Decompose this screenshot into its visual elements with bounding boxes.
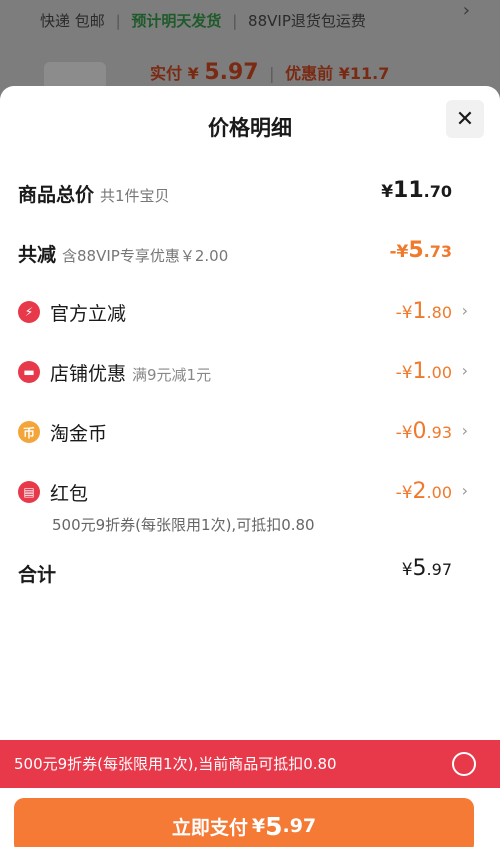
discount-store[interactable]: ▬ 店铺优惠 满9元减1元 -¥1.00 ›	[0, 352, 500, 392]
sheet-title: 价格明细	[208, 116, 292, 140]
chevron-right-icon: ›	[461, 301, 468, 320]
discount-label: 店铺优惠	[50, 363, 127, 385]
total-reduce-row: 共减 含88VIP专享优惠￥2.00 -¥5.73	[0, 232, 500, 272]
currency: -¥	[395, 303, 413, 323]
pay-amount-int: 5	[265, 811, 283, 841]
amount-int: 2	[412, 479, 427, 504]
goods-count: 共1件宝贝	[100, 187, 170, 205]
paid-label: 实付	[150, 64, 183, 83]
chevron-right-icon: ›	[461, 361, 468, 380]
discount-label: 官方立减	[50, 303, 127, 325]
paid-currency: ¥	[187, 64, 199, 83]
discount-amount: -¥0.93	[396, 419, 452, 444]
total-reduce-amount: -¥5.73	[389, 238, 452, 263]
red-packet-icon: ▤	[18, 481, 40, 503]
amount-int: 0	[412, 419, 427, 444]
currency: ¥	[401, 560, 413, 580]
vip-return: 88VIP退货包运费	[248, 12, 366, 30]
amount-int: 11	[393, 178, 424, 203]
pay-currency: ¥	[251, 815, 266, 837]
discount-amount: -¥1.00	[396, 359, 452, 384]
amount-dec: .70	[423, 182, 452, 201]
goods-total-label: 商品总价	[18, 184, 95, 206]
discount-amount: -¥2.00	[396, 479, 452, 504]
ship-promise: 预计明天发货	[131, 12, 222, 30]
discount-red-packet[interactable]: ▤ 红包 -¥2.00 ›	[0, 472, 500, 512]
divider: |	[269, 64, 275, 83]
currency: -¥	[395, 423, 413, 443]
paid-amount: 5.97	[204, 60, 259, 85]
discount-condition: 满9元减1元	[132, 366, 212, 384]
pay-label: 立即支付	[171, 816, 248, 839]
amount-int: 1	[412, 359, 427, 384]
discount-label: 红包	[50, 483, 89, 505]
currency: -¥	[389, 242, 409, 262]
lightning-icon: ⚡	[18, 301, 40, 323]
chevron-right-icon: ›	[461, 421, 468, 440]
shipping-label: 快递 包邮	[40, 12, 105, 30]
coupon-text: 500元9折券(每张限用1次),当前商品可抵扣0.80	[14, 755, 337, 773]
amount-dec: .93	[426, 423, 452, 442]
gold-coin-icon: 币	[18, 421, 40, 443]
goods-total-amount: ¥11.70	[381, 178, 452, 203]
discount-gold-coin[interactable]: 币 淘金币 -¥0.93 ›	[0, 412, 500, 452]
shipping-info: 快递 包邮 | 预计明天发货 | 88VIP退货包运费	[40, 10, 366, 31]
total-row: 合计 ¥5.97	[0, 554, 500, 594]
currency: ¥	[381, 182, 394, 202]
amount-int: 1	[412, 299, 427, 324]
discount-official[interactable]: ⚡ 官方立减 -¥1.80 ›	[0, 292, 500, 332]
coupon-radio[interactable]	[452, 752, 476, 776]
close-icon: ✕	[455, 106, 475, 132]
pay-amount-dec: .97	[282, 815, 317, 837]
red-packet-note: 500元9折券(每张限用1次),可抵扣0.80	[52, 516, 315, 534]
amount-dec: .73	[423, 242, 452, 261]
discount-label: 淘金币	[50, 423, 108, 445]
amount-dec: .80	[426, 303, 452, 322]
total-label: 合计	[18, 564, 57, 586]
discount-amount: -¥1.80	[396, 299, 452, 324]
amount-dec: .97	[426, 560, 452, 579]
amount-int: 5	[408, 238, 424, 263]
pay-now-button[interactable]: 立即支付 ¥ 5 .97	[14, 798, 474, 847]
currency: -¥	[395, 483, 413, 503]
paid-summary: 实付 ¥ 5.97 | 优惠前 ¥11.7	[150, 60, 389, 85]
total-reduce-label: 共减	[18, 244, 57, 266]
coupon-select-bar[interactable]: 500元9折券(每张限用1次),当前商品可抵扣0.80	[0, 740, 500, 788]
before-discount: 优惠前 ¥11.7	[285, 64, 390, 83]
divider: |	[115, 12, 121, 30]
price-detail-sheet: 价格明细 ✕ 商品总价 共1件宝贝 ¥11.70 共减 含88VIP专享优惠￥2.0…	[0, 86, 500, 847]
store-icon: ▬	[18, 361, 40, 383]
goods-total-row: 商品总价 共1件宝贝 ¥11.70	[0, 172, 500, 212]
amount-int: 5	[412, 556, 427, 581]
close-button[interactable]: ✕	[446, 100, 484, 138]
vip-discount-note: 含88VIP专享优惠￥2.00	[62, 247, 229, 265]
amount-dec: .00	[426, 483, 452, 502]
divider: |	[232, 12, 238, 30]
total-amount: ¥5.97	[402, 556, 452, 581]
amount-dec: .00	[426, 363, 452, 382]
chevron-right-icon: ›	[461, 481, 468, 500]
currency: -¥	[395, 363, 413, 383]
chevron-right-icon: ›	[462, 0, 470, 21]
